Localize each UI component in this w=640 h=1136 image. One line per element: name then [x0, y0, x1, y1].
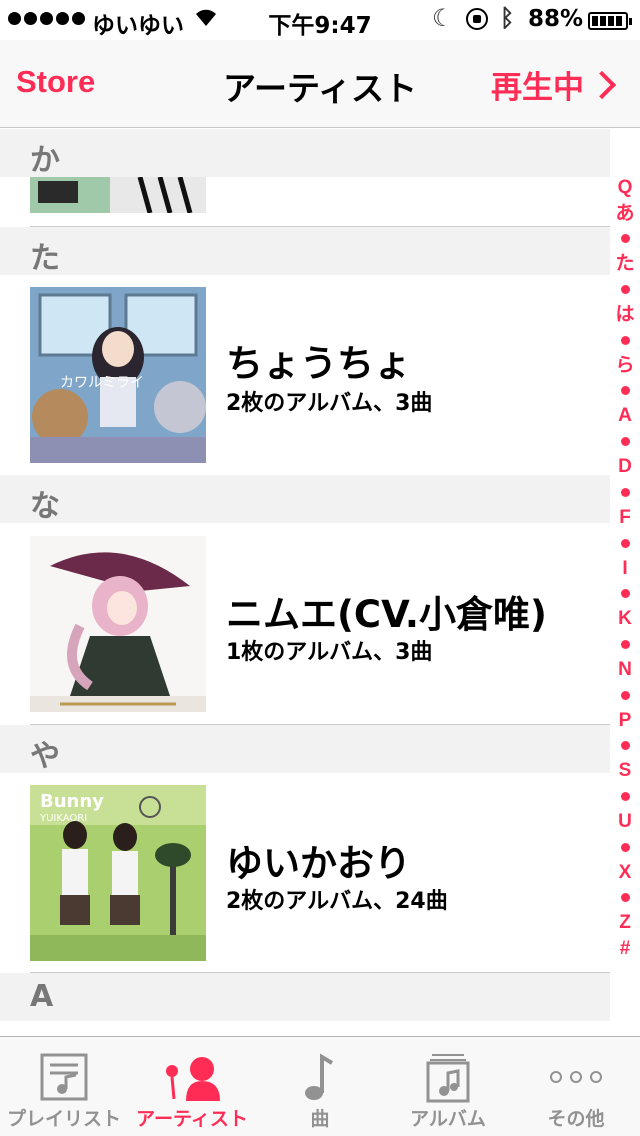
section-header: な [0, 475, 610, 524]
tab-label: 曲 [310, 1108, 330, 1130]
artist-detail: 2枚のアルバム、24曲 [226, 889, 448, 914]
battery-percent: 88% [528, 6, 584, 32]
bluetooth-icon: ᛒ [500, 4, 515, 32]
tab-label: アーティスト [136, 1108, 248, 1130]
section-header: や [0, 725, 610, 774]
artist-row[interactable]: カワルミライ ちょうちょ 2枚のアルバム、3曲 [0, 287, 610, 487]
index-dot[interactable] [620, 437, 630, 447]
tab-playlists[interactable]: プレイリスト [0, 1037, 128, 1136]
index-dot[interactable] [620, 639, 630, 649]
artist-detail: 1枚のアルバム、3曲 [226, 640, 433, 665]
playlist-icon [0, 1051, 128, 1103]
artist-row[interactable]: Bunny YUIKAORI ゆいかおり 2枚のアルバム、24曲 [0, 785, 610, 985]
index-letter[interactable]: ら [615, 353, 634, 379]
index-search-icon[interactable]: Q [618, 175, 633, 201]
index-letter[interactable]: # [620, 936, 631, 962]
tab-songs[interactable]: 曲 [256, 1037, 384, 1136]
artist-list[interactable]: か た カワルミライ ちょうちょ 2枚のアルバム、3曲 な ニムエ(CV.小倉唯… [0, 129, 640, 1036]
index-letter[interactable]: は [615, 302, 634, 328]
index-dot[interactable] [620, 487, 630, 497]
index-letter[interactable]: D [618, 454, 632, 480]
index-dot[interactable] [620, 893, 630, 903]
index-letter[interactable]: P [619, 708, 632, 734]
svg-text:Bunny: Bunny [40, 791, 104, 812]
index-letter[interactable]: I [622, 556, 627, 582]
status-bar: ゆいゆい 下午9:47 ☾ ᛒ 88% [0, 0, 640, 40]
orientation-lock-icon [466, 8, 488, 30]
index-letter[interactable]: S [619, 758, 632, 784]
tab-label: その他 [547, 1108, 605, 1130]
album-art-partial[interactable] [30, 177, 206, 213]
artist-name: ちょうちょ [226, 342, 411, 385]
artist-icon [128, 1051, 256, 1103]
album-art: カワルミライ [30, 287, 206, 463]
index-dot[interactable] [620, 386, 630, 396]
index-dot[interactable] [620, 538, 630, 548]
index-letter[interactable]: た [615, 251, 634, 277]
index-dot[interactable] [620, 690, 630, 700]
index-letter[interactable]: X [619, 860, 632, 886]
index-dot[interactable] [620, 234, 630, 244]
album-art [30, 536, 206, 712]
index-dot[interactable] [620, 589, 630, 599]
more-icon [512, 1051, 640, 1103]
battery-icon [588, 12, 632, 30]
tab-more[interactable]: その他 [512, 1037, 640, 1136]
index-dot[interactable] [620, 842, 630, 852]
index-dot[interactable] [620, 741, 630, 751]
index-letter[interactable]: Z [619, 910, 631, 936]
album-icon [384, 1051, 512, 1103]
navigation-bar: Store アーティスト 再生中 [0, 40, 640, 128]
chevron-right-icon [587, 70, 617, 99]
do-not-disturb-icon: ☾ [432, 4, 454, 32]
index-letter[interactable]: A [618, 403, 632, 429]
section-header: A [0, 973, 610, 1021]
tab-bar: プレイリスト アーティスト 曲 アルバム その他 [0, 1036, 640, 1136]
album-art: Bunny YUIKAORI [30, 785, 206, 961]
song-icon [256, 1051, 384, 1103]
artist-row[interactable]: ニムエ(CV.小倉唯) 1枚のアルバム、3曲 [0, 536, 610, 736]
index-letter[interactable]: U [618, 809, 632, 835]
section-index[interactable]: Q あたはら A D F I K N P S U X Z # [610, 175, 640, 995]
index-dot[interactable] [620, 285, 630, 295]
section-header: た [0, 227, 610, 276]
tab-label: アルバム [410, 1108, 486, 1130]
section-header: か [0, 129, 610, 178]
index-letter[interactable]: あ [615, 201, 634, 227]
index-letter[interactable]: N [618, 657, 632, 683]
index-letter[interactable]: F [619, 505, 631, 531]
now-playing-button[interactable]: 再生中 [491, 62, 617, 107]
now-playing-label: 再生中 [491, 70, 584, 106]
index-dot[interactable] [620, 791, 630, 801]
artist-name: ゆいかおり [226, 842, 411, 885]
tab-label: プレイリスト [6, 1108, 121, 1130]
artist-name: ニムエ(CV.小倉唯) [226, 593, 547, 636]
tab-albums[interactable]: アルバム [384, 1037, 512, 1136]
index-letter[interactable]: K [618, 606, 632, 632]
artist-detail: 2枚のアルバム、3曲 [226, 391, 433, 416]
index-dot[interactable] [620, 335, 630, 345]
tab-artists[interactable]: アーティスト [128, 1037, 256, 1136]
svg-text:カワルミライ: カワルミライ [60, 375, 144, 391]
